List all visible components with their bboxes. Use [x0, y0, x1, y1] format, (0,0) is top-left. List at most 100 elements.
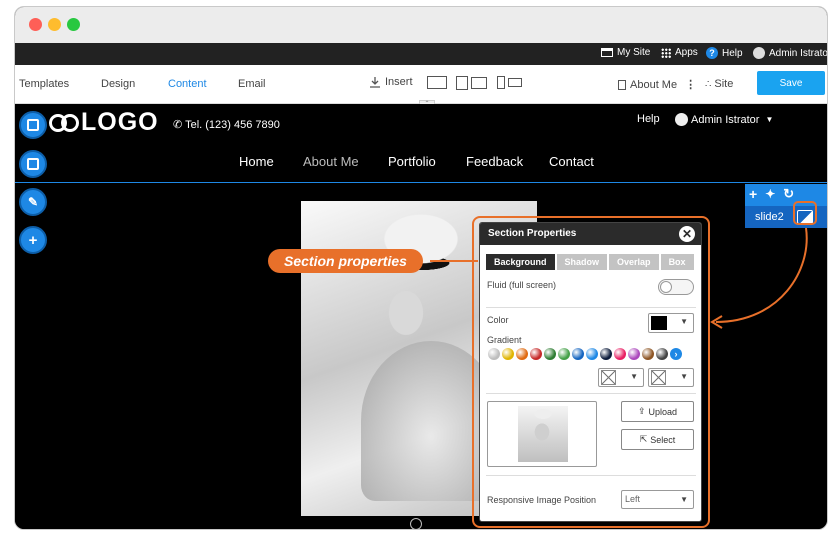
slider-pagination-dot[interactable] — [410, 518, 422, 529]
gradient-label: Gradient — [487, 335, 522, 345]
save-button[interactable]: Save — [757, 71, 825, 95]
responsive-position-label: Responsive Image Position — [487, 495, 597, 505]
tab-templates[interactable]: Templates — [19, 78, 69, 90]
no-color-icon — [651, 370, 666, 385]
site-help-link[interactable]: Help — [637, 113, 660, 125]
gradient-swatch[interactable] — [614, 348, 626, 360]
desktop-view-icon[interactable] — [427, 76, 447, 89]
window-icon — [601, 48, 613, 57]
nav-item-about-me[interactable]: About Me — [303, 154, 359, 169]
upload-icon: ⇪ — [637, 406, 646, 416]
save-page-button[interactable] — [19, 150, 47, 178]
divider — [486, 307, 696, 308]
caret-down-icon: ▼ — [680, 495, 688, 504]
phone-landscape-view-icon[interactable] — [508, 78, 522, 87]
background-image-preview — [487, 401, 597, 467]
site-menu[interactable]: ∴ Site — [705, 78, 733, 90]
preview-thumbnail — [518, 406, 568, 462]
caret-down-icon: ▼ — [680, 372, 688, 381]
panel-tabs: Background Shadow Overlap Box — [486, 254, 694, 270]
sitemap-icon: ∴ — [705, 78, 711, 90]
my-site-link[interactable]: My Site — [601, 47, 650, 58]
nav-item-feedback[interactable]: Feedback — [466, 154, 523, 169]
gradient-swatch[interactable] — [502, 348, 514, 360]
menu-divider — [15, 182, 827, 183]
slide-tools: + ✦ ↻ — [745, 184, 827, 204]
phone-view-icon[interactable] — [497, 76, 505, 89]
site-user-menu[interactable]: Admin Istrator ▼ — [675, 113, 773, 126]
responsive-position-select[interactable]: Left ▼ — [621, 490, 694, 509]
minimize-window-button[interactable] — [48, 18, 61, 31]
gradient-swatch[interactable] — [530, 348, 542, 360]
insert-button[interactable]: Insert — [369, 76, 413, 88]
divider — [486, 393, 696, 394]
refresh-icon[interactable]: ↻ — [783, 186, 794, 202]
close-window-button[interactable] — [29, 18, 42, 31]
gradient-swatch[interactable] — [572, 348, 584, 360]
tab-box[interactable]: Box — [660, 254, 694, 270]
select-image-icon: ⇱ — [639, 434, 648, 444]
upload-button[interactable]: ⇪ Upload — [621, 401, 694, 422]
help-icon: ? — [706, 47, 718, 59]
divider — [486, 475, 696, 476]
phone-number: ✆ Tel. (123) 456 7890 — [173, 119, 280, 131]
close-icon[interactable]: ✕ — [679, 226, 695, 242]
gradient-end-select[interactable]: ▼ — [648, 368, 694, 387]
pencil-list-icon: ✎ — [27, 195, 39, 209]
gradient-swatch[interactable] — [628, 348, 640, 360]
gradient-swatch[interactable] — [516, 348, 528, 360]
apps-grid-icon — [661, 47, 671, 58]
gradient-swatch[interactable] — [544, 348, 556, 360]
tab-background[interactable]: Background — [486, 254, 555, 270]
color-picker[interactable]: ▼ — [648, 313, 694, 333]
gradient-swatch[interactable] — [488, 348, 500, 360]
admin-user-menu[interactable]: Admin Istrator — [753, 47, 827, 59]
gradient-swatch[interactable] — [558, 348, 570, 360]
site-logo[interactable]: LOGO — [49, 108, 159, 137]
gradient-swatch[interactable] — [586, 348, 598, 360]
edit-content-button[interactable]: ✎ — [19, 188, 47, 216]
gradient-swatch[interactable] — [600, 348, 612, 360]
tablet-landscape-view-icon[interactable] — [471, 77, 487, 89]
tab-overlap[interactable]: Overlap — [609, 254, 659, 270]
section-properties-callout: Section properties — [268, 249, 423, 273]
edit-page-button[interactable] — [19, 111, 47, 139]
fluid-label: Fluid (full screen) — [487, 280, 557, 290]
help-link[interactable]: ? Help — [706, 47, 743, 59]
nav-item-contact[interactable]: Contact — [549, 154, 594, 169]
editor-toolbar: Templates Design Content Email Insert Ab… — [15, 65, 827, 108]
add-icon[interactable]: + — [749, 186, 757, 202]
page-selector[interactable]: About Me ⋮ — [618, 78, 696, 91]
caret-down-icon: ▼ — [765, 115, 774, 124]
nav-item-portfolio[interactable]: Portfolio — [388, 154, 436, 169]
tab-shadow[interactable]: Shadow — [556, 254, 608, 270]
magic-wand-icon[interactable]: ✦ — [765, 187, 775, 201]
tab-email[interactable]: Email — [238, 78, 266, 90]
list-icon — [27, 119, 39, 131]
color-label: Color — [487, 315, 509, 325]
fluid-toggle[interactable] — [658, 279, 694, 295]
gradient-swatch[interactable] — [642, 348, 654, 360]
color-swatch — [651, 316, 667, 330]
logo-ring-icon — [61, 113, 79, 132]
phone-icon: ✆ — [173, 119, 183, 131]
download-arrow-icon — [370, 77, 380, 88]
gradient-swatch[interactable] — [656, 348, 668, 360]
select-button[interactable]: ⇱ Select — [621, 429, 694, 450]
gradient-start-select[interactable]: ▼ — [598, 368, 644, 387]
image-button-highlight — [793, 201, 817, 225]
admin-bar: My Site Apps ? Help Admin Istrator — [15, 43, 827, 65]
more-options-icon[interactable]: ⋮ — [685, 78, 696, 91]
tab-content[interactable]: Content — [168, 78, 207, 90]
maximize-window-button[interactable] — [67, 18, 80, 31]
page-icon — [618, 79, 626, 90]
gradient-swatches: › — [488, 348, 682, 360]
next-swatches-icon[interactable]: › — [670, 348, 682, 360]
tab-design[interactable]: Design — [101, 78, 135, 90]
caret-down-icon: ▼ — [630, 372, 638, 381]
add-section-button[interactable]: + — [19, 226, 47, 254]
nav-item-home[interactable]: Home — [239, 154, 274, 169]
disk-icon — [27, 158, 39, 170]
apps-link[interactable]: Apps — [661, 47, 698, 58]
tablet-view-icon[interactable] — [456, 76, 468, 90]
